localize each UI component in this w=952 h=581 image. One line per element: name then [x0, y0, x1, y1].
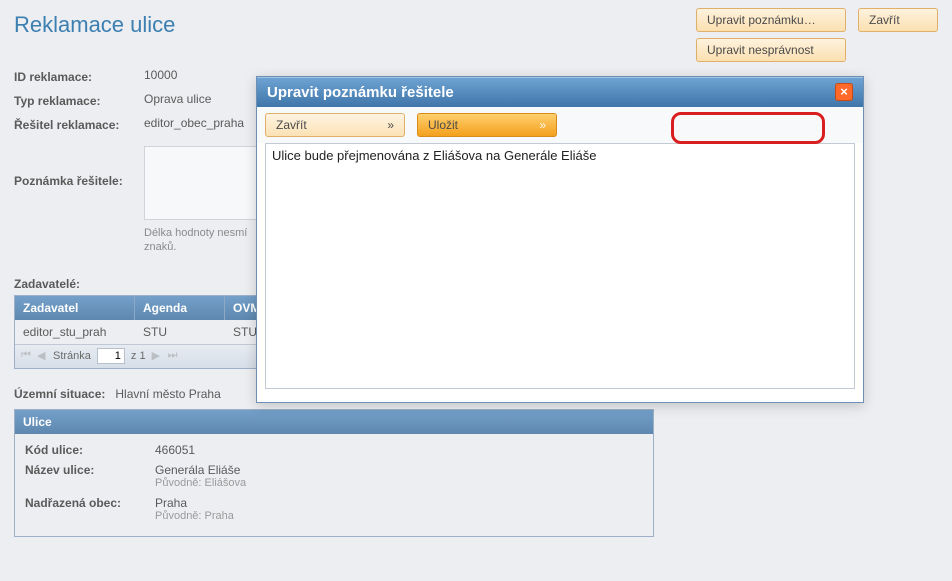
kod-value: 466051 — [155, 443, 195, 457]
id-label: ID reklamace: — [14, 68, 144, 84]
pager-label: Stránka — [53, 350, 91, 362]
next-page-icon[interactable]: ▶ — [152, 349, 162, 363]
kod-label: Kód ulice: — [25, 443, 155, 457]
close-icon[interactable]: × — [835, 83, 853, 101]
edit-wrongness-button[interactable]: Upravit nesprávnost — [696, 38, 846, 62]
first-page-icon[interactable]: ⏮ — [21, 349, 31, 363]
solver-label: Řešitel reklamace: — [14, 116, 144, 132]
note-textarea[interactable] — [265, 143, 855, 389]
edit-wrongness-label: Upravit nesprávnost — [707, 43, 814, 57]
last-page-icon[interactable]: ⏭ — [168, 349, 178, 363]
note-label: Poznámka řešitele: — [14, 146, 144, 188]
close-label: Zavřít — [869, 13, 900, 27]
nazev-label: Název ulice: — [25, 463, 155, 477]
chevron-right-icon: » — [387, 118, 394, 132]
territory-value: Hlavní město Praha — [115, 387, 220, 401]
page-title: Reklamace ulice — [14, 12, 175, 38]
dialog-close-button[interactable]: Zavřít » — [265, 113, 405, 137]
chevron-right-icon: » — [539, 118, 546, 132]
dialog-titlebar[interactable]: Upravit poznámku řešitele × — [257, 77, 863, 107]
header-buttons: Upravit poznámku… Zavřít Upravit nespráv… — [696, 8, 938, 62]
obec-label: Nadřazená obec: — [25, 496, 155, 510]
territory-label: Územní situace: — [14, 387, 105, 401]
col-agenda[interactable]: Agenda — [135, 296, 225, 320]
dialog-title: Upravit poznámku řešitele — [267, 84, 454, 101]
nazev-value: Generála Eliáše — [155, 463, 240, 477]
cell-zadavatel: editor_stu_prah — [15, 325, 135, 339]
dialog-save-button[interactable]: Uložit » — [417, 113, 557, 137]
header: Reklamace ulice Upravit poznámku… Zavřít… — [14, 6, 938, 62]
ulice-panel: Ulice Kód ulice: 466051 Název ulice: Gen… — [14, 409, 654, 537]
edit-note-button[interactable]: Upravit poznámku… — [696, 8, 846, 32]
id-value: 10000 — [144, 68, 177, 82]
dialog-close-label: Zavřít — [276, 118, 307, 132]
type-label: Typ reklamace: — [14, 92, 144, 108]
pager-of: z 1 — [131, 350, 146, 362]
ulice-panel-title: Ulice — [15, 410, 653, 434]
type-value: Oprava ulice — [144, 92, 211, 106]
prev-page-icon[interactable]: ◀ — [37, 349, 47, 363]
col-zadavatel[interactable]: Zadavatel — [15, 296, 135, 320]
page-input[interactable] — [97, 348, 125, 364]
edit-note-dialog: Upravit poznámku řešitele × Zavřít » Ulo… — [256, 76, 864, 403]
edit-note-label: Upravit poznámku… — [707, 13, 816, 27]
solver-value: editor_obec_praha — [144, 116, 244, 130]
obec-original: Původně: Praha — [155, 510, 643, 522]
obec-value: Praha — [155, 496, 187, 510]
dialog-save-label: Uložit — [428, 118, 458, 132]
nazev-original: Původně: Eliášova — [155, 477, 643, 489]
cell-agenda: STU — [135, 325, 225, 339]
close-button[interactable]: Zavřít — [858, 8, 938, 32]
dialog-toolbar: Zavřít » Uložit » — [257, 107, 863, 143]
